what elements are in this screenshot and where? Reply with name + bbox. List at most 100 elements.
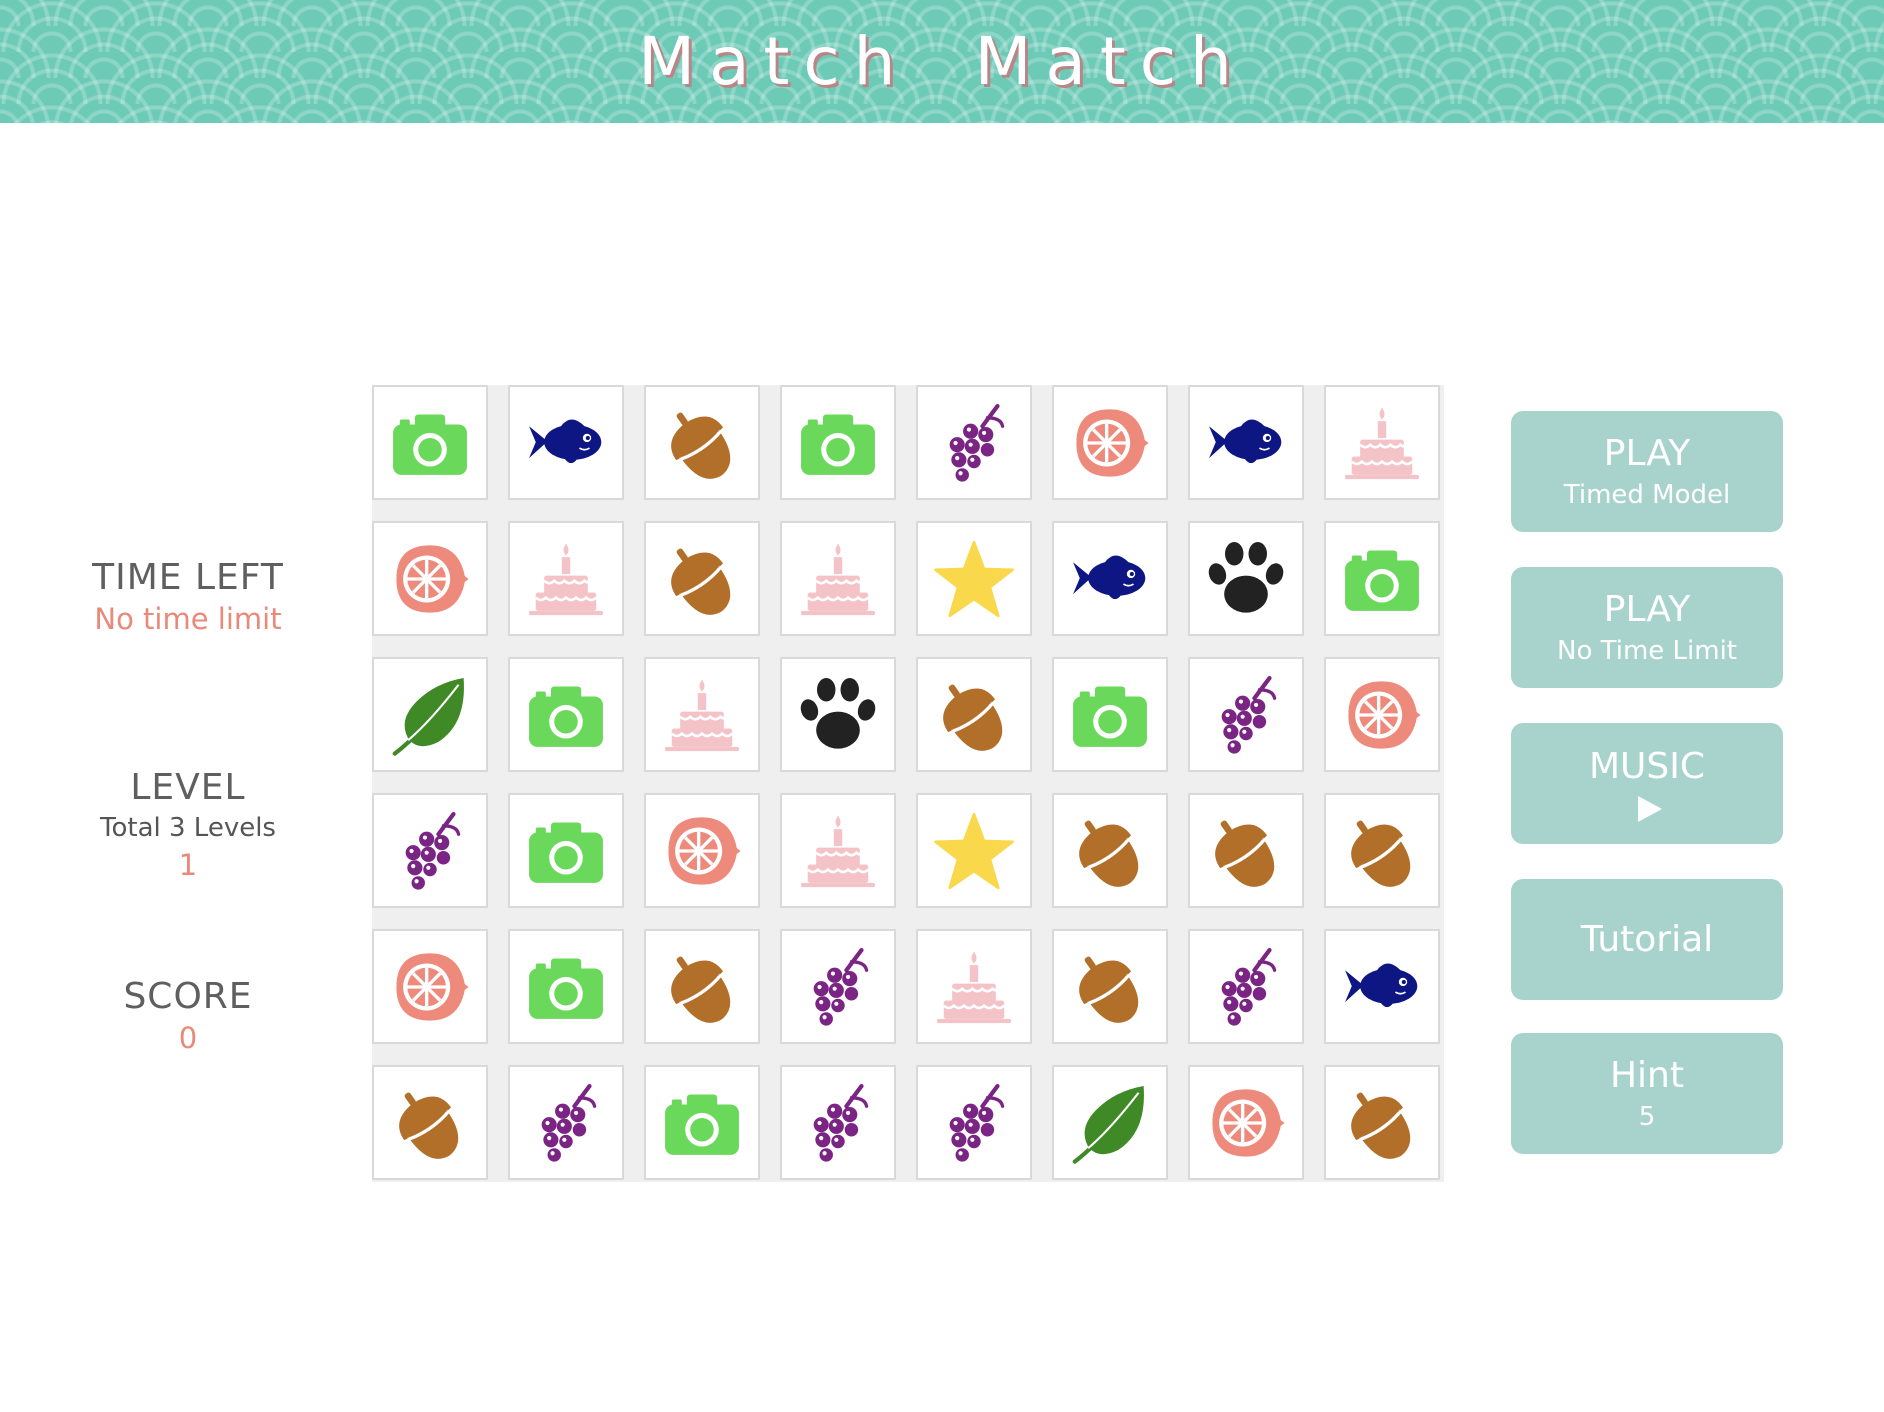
card[interactable]: [916, 793, 1032, 908]
card[interactable]: [916, 521, 1032, 636]
acorn-icon: [1340, 1081, 1424, 1165]
play-icon: [1638, 795, 1662, 822]
acorn-icon: [660, 401, 744, 485]
play-no-limit-button[interactable]: PLAY No Time Limit: [1511, 567, 1783, 688]
time-left-value: No time limit: [94, 602, 282, 636]
score-label: SCORE: [123, 976, 253, 1017]
card[interactable]: [644, 929, 760, 1044]
card[interactable]: [372, 1065, 488, 1180]
star-icon: [932, 809, 1016, 893]
time-left-panel: TIME LEFT No time limit: [60, 556, 316, 638]
card[interactable]: [780, 793, 896, 908]
camera-icon: [524, 809, 608, 893]
time-left-label: TIME LEFT: [92, 557, 284, 598]
card[interactable]: [644, 793, 760, 908]
card[interactable]: [1324, 521, 1440, 636]
card[interactable]: [780, 929, 896, 1044]
grapes-icon: [1204, 945, 1288, 1029]
cake-icon: [1340, 401, 1424, 485]
card[interactable]: [1052, 1065, 1168, 1180]
page-title: Match Match: [638, 23, 1246, 100]
card[interactable]: [1324, 793, 1440, 908]
leaf-icon: [388, 673, 472, 757]
card[interactable]: [508, 929, 624, 1044]
card[interactable]: [1188, 521, 1304, 636]
play-no-limit-sub: No Time Limit: [1557, 635, 1737, 666]
camera-icon: [524, 945, 608, 1029]
card[interactable]: [1324, 1065, 1440, 1180]
card[interactable]: [508, 1065, 624, 1180]
card[interactable]: [508, 521, 624, 636]
card[interactable]: [508, 657, 624, 772]
fish-icon: [1204, 401, 1288, 485]
card[interactable]: [1324, 385, 1440, 500]
citrus-icon: [1204, 1081, 1288, 1165]
fish-icon: [1340, 945, 1424, 1029]
card[interactable]: [1052, 521, 1168, 636]
card[interactable]: [1188, 929, 1304, 1044]
card[interactable]: [508, 385, 624, 500]
camera-icon: [1340, 537, 1424, 621]
cake-icon: [660, 673, 744, 757]
star-icon: [932, 537, 1016, 621]
acorn-icon: [388, 1081, 472, 1165]
card[interactable]: [780, 657, 896, 772]
fish-icon: [524, 401, 608, 485]
card[interactable]: [916, 1065, 1032, 1180]
play-no-limit-label: PLAY: [1603, 588, 1691, 630]
card[interactable]: [1188, 793, 1304, 908]
acorn-icon: [660, 537, 744, 621]
game-board: [372, 385, 1444, 1182]
music-button[interactable]: MUSIC: [1511, 723, 1783, 844]
score-value: 0: [178, 1021, 198, 1055]
card[interactable]: [644, 1065, 760, 1180]
level-panel: LEVEL Total 3 Levels 1: [60, 766, 316, 884]
card[interactable]: [1052, 929, 1168, 1044]
grapes-icon: [932, 401, 1016, 485]
tutorial-label: Tutorial: [1580, 918, 1714, 960]
camera-icon: [660, 1081, 744, 1165]
card[interactable]: [1188, 657, 1304, 772]
score-panel: SCORE 0: [60, 975, 316, 1057]
card[interactable]: [1188, 1065, 1304, 1180]
leaf-icon: [1068, 1081, 1152, 1165]
card[interactable]: [1052, 385, 1168, 500]
card[interactable]: [780, 385, 896, 500]
card[interactable]: [644, 521, 760, 636]
grapes-icon: [796, 945, 880, 1029]
hint-button[interactable]: Hint 5: [1511, 1033, 1783, 1154]
camera-icon: [388, 401, 472, 485]
card[interactable]: [372, 657, 488, 772]
card[interactable]: [372, 521, 488, 636]
level-label: LEVEL: [130, 767, 246, 808]
card[interactable]: [916, 385, 1032, 500]
card[interactable]: [372, 793, 488, 908]
music-label: MUSIC: [1588, 745, 1705, 787]
card[interactable]: [1188, 385, 1304, 500]
card[interactable]: [1324, 657, 1440, 772]
acorn-icon: [1068, 945, 1152, 1029]
card[interactable]: [916, 657, 1032, 772]
card[interactable]: [372, 929, 488, 1044]
camera-icon: [524, 673, 608, 757]
card[interactable]: [1052, 657, 1168, 772]
grapes-icon: [524, 1081, 608, 1165]
grapes-icon: [932, 1081, 1016, 1165]
play-timed-label: PLAY: [1603, 432, 1691, 474]
paw-icon: [796, 673, 880, 757]
card[interactable]: [916, 929, 1032, 1044]
citrus-icon: [1340, 673, 1424, 757]
card[interactable]: [1052, 793, 1168, 908]
card[interactable]: [644, 385, 760, 500]
card[interactable]: [372, 385, 488, 500]
card[interactable]: [644, 657, 760, 772]
tutorial-button[interactable]: Tutorial: [1511, 879, 1783, 1000]
play-timed-sub: Timed Model: [1563, 479, 1731, 510]
card[interactable]: [508, 793, 624, 908]
card[interactable]: [780, 1065, 896, 1180]
card[interactable]: [1324, 929, 1440, 1044]
cake-icon: [932, 945, 1016, 1029]
play-timed-button[interactable]: PLAY Timed Model: [1511, 411, 1783, 532]
card[interactable]: [780, 521, 896, 636]
camera-icon: [1068, 673, 1152, 757]
